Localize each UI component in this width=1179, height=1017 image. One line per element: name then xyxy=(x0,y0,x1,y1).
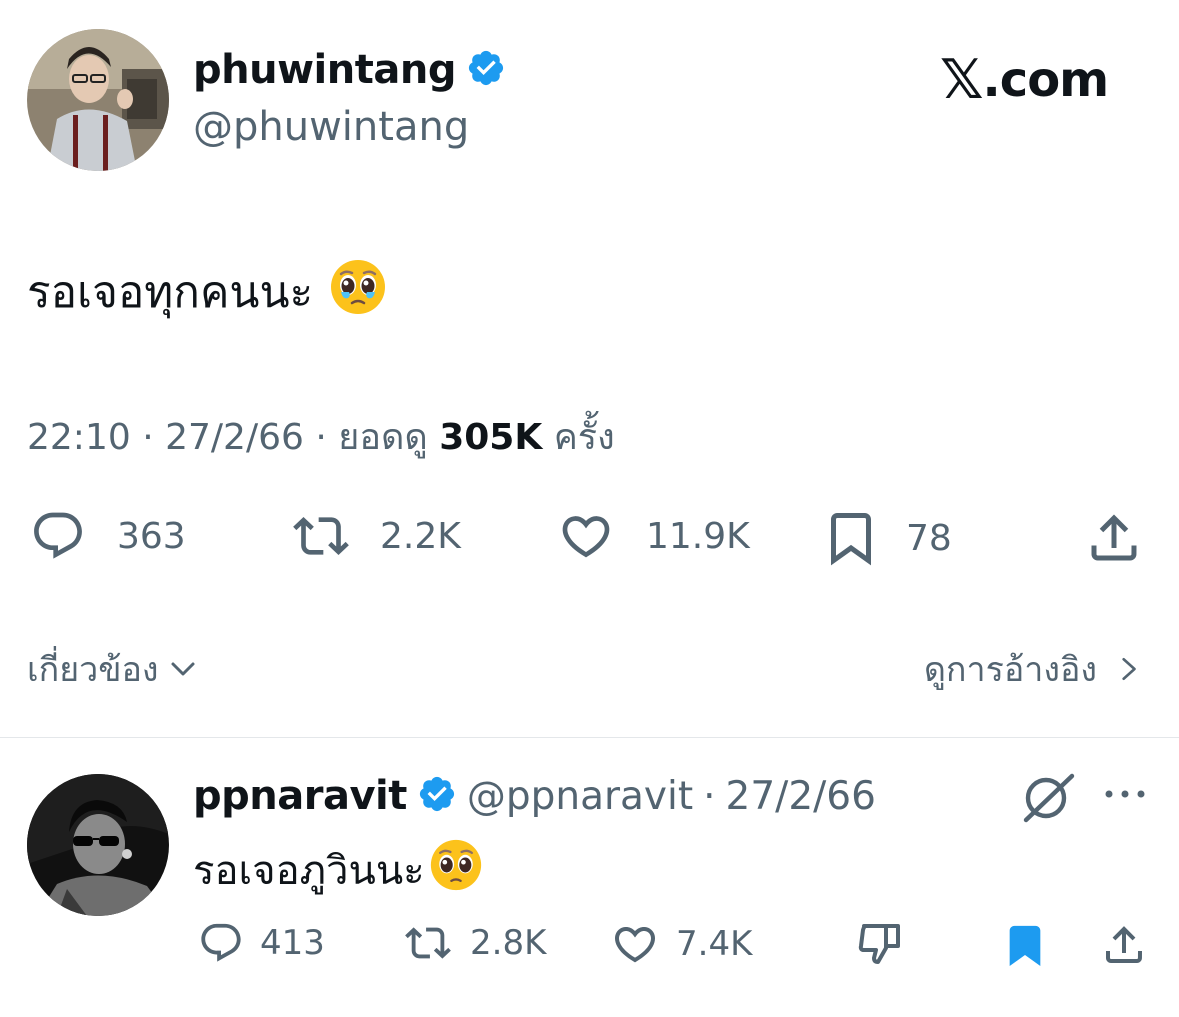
like-count: 11.9K xyxy=(646,515,750,557)
share-icon xyxy=(1091,514,1137,561)
repost-icon xyxy=(293,517,349,555)
downvote-button[interactable] xyxy=(856,920,904,968)
more-options-icon[interactable] xyxy=(1103,786,1147,806)
heart-icon xyxy=(562,516,610,558)
reply-reply-count: 413 xyxy=(260,923,325,963)
views-count: 305K xyxy=(439,417,543,458)
reply-count: 363 xyxy=(117,515,186,557)
tweet-text: รอเจอทุกคนนะ xyxy=(27,257,387,327)
reply-author-handle[interactable]: @ppnaravit xyxy=(467,774,693,819)
grok-icon[interactable] xyxy=(1020,772,1076,828)
reply-text-content: รอเจอภูวินนะ xyxy=(193,848,425,894)
pleading-face-with-tears-emoji-icon xyxy=(329,258,387,327)
repost-icon xyxy=(405,927,451,959)
related-label: เกี่ยวข้อง xyxy=(27,650,159,690)
x-logo-icon: 𝕏 xyxy=(940,48,984,111)
author-avatar[interactable] xyxy=(27,29,169,171)
reply-repost-count: 2.8K xyxy=(470,923,547,963)
view-quotes-label: ดูการอ้างอิง xyxy=(923,650,1097,690)
tweet-date[interactable]: 27/2/66 xyxy=(165,417,304,458)
reply-icon xyxy=(201,923,241,962)
author-name-row: phuwintang xyxy=(193,44,506,96)
reply-tweet-text: รอเจอภูวินนะ xyxy=(193,838,483,902)
view-quotes-link[interactable]: ดูการอ้างอิง xyxy=(924,642,1141,696)
views-prefix: ยอดดู xyxy=(338,417,428,458)
reply-like-button[interactable]: 7.4K xyxy=(608,920,752,968)
tweet-text-content: รอเจอทุกคนนะ xyxy=(27,267,314,318)
share-button[interactable] xyxy=(1084,508,1144,568)
meta-separator: · xyxy=(142,417,154,458)
verified-badge-icon[interactable] xyxy=(417,774,457,818)
bookmark-filled-icon xyxy=(1009,925,1041,966)
repost-button[interactable]: 2.2K xyxy=(286,508,461,564)
share-icon xyxy=(1106,926,1142,963)
reply-repost-button[interactable]: 2.8K xyxy=(400,920,546,966)
reply-button[interactable]: 363 xyxy=(27,508,186,564)
related-dropdown[interactable]: เกี่ยวข้อง xyxy=(27,642,198,696)
thumbs-down-icon xyxy=(858,924,900,964)
divider xyxy=(0,737,1179,738)
reply-author-row: ppnaravit @ppnaravit · 27/2/66 xyxy=(193,770,876,822)
domain-text: .com xyxy=(982,51,1110,108)
reply-reply-button[interactable]: 413 xyxy=(196,920,325,966)
bookmark-button[interactable]: 78 xyxy=(820,508,952,568)
reply-like-count: 7.4K xyxy=(676,924,753,964)
tweet-meta: 22:10 · 27/2/66 · ยอดดู 305K ครั้ง xyxy=(27,408,615,465)
reply-share-button[interactable] xyxy=(1100,920,1148,970)
reply-author-display-name[interactable]: ppnaravit xyxy=(193,773,407,819)
chevron-down-icon xyxy=(171,662,195,676)
author-display-name[interactable]: phuwintang xyxy=(193,47,456,93)
pleading-face-emoji-icon xyxy=(429,838,483,902)
views-suffix: ครั้ง xyxy=(553,417,615,458)
repost-count: 2.2K xyxy=(380,515,461,557)
x-com-logo: 𝕏 .com xyxy=(940,48,1110,111)
like-button[interactable]: 11.9K xyxy=(554,508,750,564)
tweet-time[interactable]: 22:10 xyxy=(27,417,131,458)
author-handle[interactable]: @phuwintang xyxy=(193,104,469,150)
reply-icon xyxy=(34,512,82,559)
bookmark-count: 78 xyxy=(906,517,952,559)
meta-separator: · xyxy=(703,773,716,819)
reply-bookmark-button[interactable] xyxy=(1002,920,1048,970)
bookmark-icon xyxy=(831,513,871,566)
heart-icon xyxy=(614,927,656,963)
reply-author-avatar[interactable] xyxy=(27,774,169,916)
verified-badge-icon[interactable] xyxy=(466,48,506,92)
chevron-right-icon xyxy=(1122,657,1136,681)
meta-separator: · xyxy=(315,417,327,458)
reply-date[interactable]: 27/2/66 xyxy=(726,774,876,819)
